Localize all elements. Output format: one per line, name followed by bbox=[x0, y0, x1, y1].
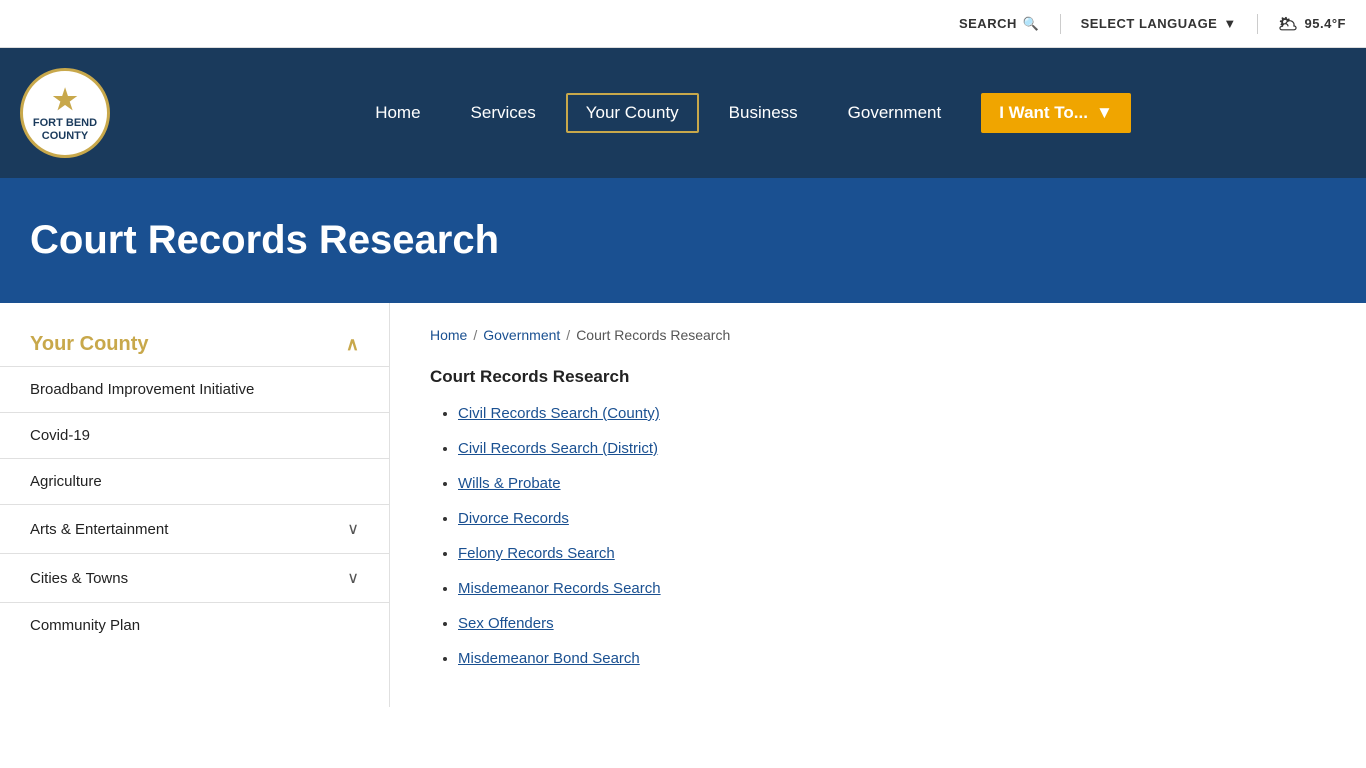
breadcrumb-current: Court Records Research bbox=[576, 327, 730, 343]
weather-temp: 95.4°F bbox=[1305, 16, 1346, 31]
list-item: Civil Records Search (District) bbox=[458, 440, 1326, 457]
divider2 bbox=[1257, 14, 1258, 34]
language-selector[interactable]: SELECT LANGUAGE ▼ bbox=[1081, 16, 1237, 31]
search-label: SEARCH bbox=[959, 16, 1017, 31]
search-icon: 🔍 bbox=[1023, 16, 1040, 32]
county-seal: ★ FORT BENDCOUNTY bbox=[20, 68, 110, 158]
sidebar-item-label: Community Plan bbox=[30, 617, 140, 634]
civil-records-county-link[interactable]: Civil Records Search (County) bbox=[458, 405, 660, 422]
records-links-list: Civil Records Search (County) Civil Reco… bbox=[430, 405, 1326, 667]
list-item: Misdemeanor Records Search bbox=[458, 580, 1326, 597]
breadcrumb-government[interactable]: Government bbox=[483, 327, 560, 343]
breadcrumb: Home / Government / Court Records Resear… bbox=[430, 327, 1326, 343]
misdemeanor-records-link[interactable]: Misdemeanor Records Search bbox=[458, 580, 661, 597]
sidebar-item-label: Covid-19 bbox=[30, 427, 90, 444]
cloud-icon: 🌥 bbox=[1278, 14, 1299, 34]
logo-area: ★ FORT BENDCOUNTY bbox=[20, 68, 110, 158]
chevron-down-icon: ▼ bbox=[1223, 16, 1236, 31]
page-title: Court Records Research bbox=[30, 218, 1336, 263]
sidebar-item-covid[interactable]: Covid-19 bbox=[0, 412, 389, 458]
list-item: Felony Records Search bbox=[458, 545, 1326, 562]
sidebar-item-broadband[interactable]: Broadband Improvement Initiative bbox=[0, 366, 389, 412]
content-area: Home / Government / Court Records Resear… bbox=[390, 303, 1366, 707]
content-title: Court Records Research bbox=[430, 367, 1326, 387]
sidebar-item-label: Cities & Towns bbox=[30, 570, 128, 587]
misdemeanor-bond-link[interactable]: Misdemeanor Bond Search bbox=[458, 650, 640, 667]
divider1 bbox=[1060, 14, 1061, 34]
sidebar-item-cities[interactable]: Cities & Towns ∨ bbox=[0, 553, 389, 602]
nav-home[interactable]: Home bbox=[355, 93, 440, 133]
seal-text: FORT BENDCOUNTY bbox=[33, 117, 97, 142]
nav-government[interactable]: Government bbox=[828, 93, 962, 133]
search-button[interactable]: SEARCH 🔍 bbox=[959, 16, 1040, 32]
chevron-down-icon: ▼ bbox=[1096, 103, 1113, 123]
sidebar: Your County ∧ Broadband Improvement Init… bbox=[0, 303, 390, 707]
weather-display: 🌥 95.4°F bbox=[1278, 14, 1346, 34]
main-layout: Your County ∧ Broadband Improvement Init… bbox=[0, 303, 1366, 707]
sidebar-item-label: Arts & Entertainment bbox=[30, 521, 168, 538]
top-bar: SEARCH 🔍 SELECT LANGUAGE ▼ 🌥 95.4°F bbox=[0, 0, 1366, 48]
sidebar-item-label: Agriculture bbox=[30, 473, 102, 490]
nav-services[interactable]: Services bbox=[451, 93, 556, 133]
breadcrumb-home[interactable]: Home bbox=[430, 327, 467, 343]
breadcrumb-sep1: / bbox=[473, 327, 477, 343]
list-item: Misdemeanor Bond Search bbox=[458, 650, 1326, 667]
sex-offenders-link[interactable]: Sex Offenders bbox=[458, 615, 554, 632]
header: ★ FORT BENDCOUNTY Home Services Your Cou… bbox=[0, 48, 1366, 178]
sidebar-item-agriculture[interactable]: Agriculture bbox=[0, 458, 389, 504]
list-item: Sex Offenders bbox=[458, 615, 1326, 632]
sidebar-section-your-county[interactable]: Your County ∧ bbox=[0, 323, 389, 366]
list-item: Wills & Probate bbox=[458, 475, 1326, 492]
chevron-down-icon: ∨ bbox=[347, 568, 359, 588]
list-item: Divorce Records bbox=[458, 510, 1326, 527]
sidebar-item-label: Broadband Improvement Initiative bbox=[30, 381, 254, 398]
chevron-down-icon: ∨ bbox=[347, 519, 359, 539]
sidebar-section-label: Your County bbox=[30, 333, 149, 356]
civil-records-district-link[interactable]: Civil Records Search (District) bbox=[458, 440, 658, 457]
nav-business[interactable]: Business bbox=[709, 93, 818, 133]
wills-probate-link[interactable]: Wills & Probate bbox=[458, 475, 561, 492]
sidebar-item-arts[interactable]: Arts & Entertainment ∨ bbox=[0, 504, 389, 553]
chevron-up-icon: ∧ bbox=[346, 334, 359, 355]
language-label: SELECT LANGUAGE bbox=[1081, 16, 1218, 31]
breadcrumb-sep2: / bbox=[566, 327, 570, 343]
felony-records-link[interactable]: Felony Records Search bbox=[458, 545, 615, 562]
iwantto-label: I Want To... bbox=[999, 103, 1088, 123]
nav-your-county[interactable]: Your County bbox=[566, 93, 699, 133]
divorce-records-link[interactable]: Divorce Records bbox=[458, 510, 569, 527]
list-item: Civil Records Search (County) bbox=[458, 405, 1326, 422]
main-nav: Home Services Your County Business Gover… bbox=[140, 93, 1346, 133]
star-icon: ★ bbox=[33, 83, 97, 117]
page-banner: Court Records Research bbox=[0, 178, 1366, 303]
sidebar-item-community-plan[interactable]: Community Plan bbox=[0, 602, 389, 648]
iwantto-button[interactable]: I Want To... ▼ bbox=[981, 93, 1131, 133]
